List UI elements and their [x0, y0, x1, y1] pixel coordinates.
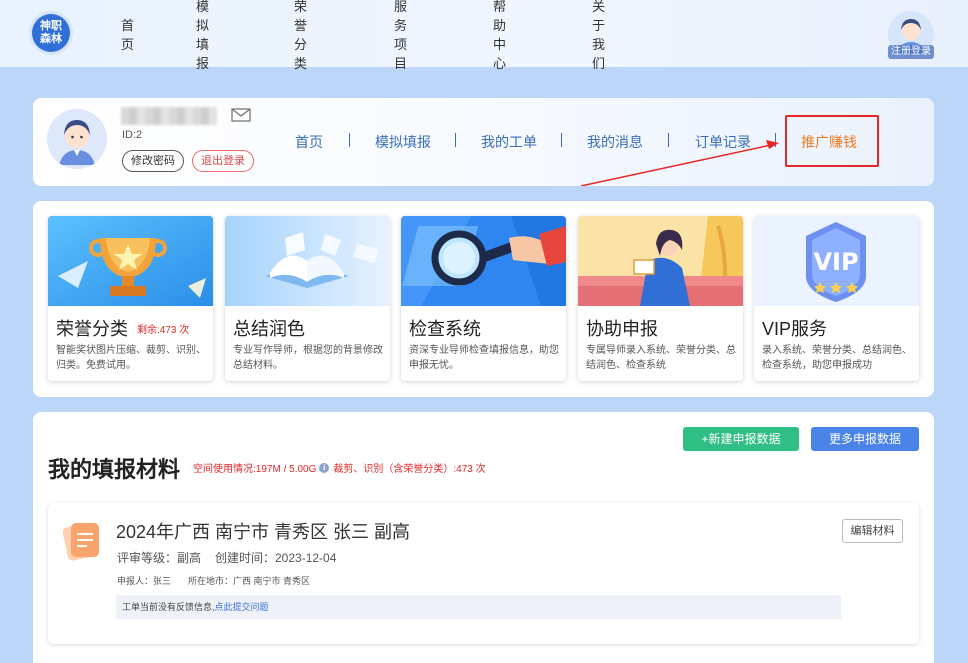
feedback-bar: 工单当前没有反馈信息,点此提交问题 [116, 595, 841, 619]
nav-item-honors[interactable]: 荣誉分类 [294, 0, 307, 72]
logo-text: 神职森林 [40, 20, 62, 45]
service-title: 荣誉分类 [56, 319, 128, 339]
usage-count-text: 裁剪、识别（含荣誉分类）:473 次 [333, 464, 486, 475]
nav-item-services[interactable]: 服务项目 [394, 0, 407, 72]
submit-issue-link[interactable]: 点此提交问题 [215, 602, 269, 612]
promote-highlight-box [785, 115, 879, 167]
remaining-count: 剩余:473 次 [137, 325, 190, 336]
top-navbar: 神职森林 首页 模拟填报 荣誉分类 服务项目 帮助中心 关于我们 注册登录 [0, 0, 968, 71]
service-card-polish[interactable]: 总结润色 专业写作导师，根据您的背景修改总结材料。 [225, 216, 390, 381]
usage-text: 空间使用情况:197M / 5.00G [193, 464, 317, 475]
card-image [401, 216, 566, 306]
service-card-honors[interactable]: 荣誉分类 剩余:473 次 智能奖状图片压缩、裁剪、识别、归类。免费试用。 [48, 216, 213, 381]
service-title: 协助申报 [586, 319, 658, 339]
material-record: 2024年广西 南宁市 青秀区 张三 副高 评审等级：副高 创建时间：2023-… [48, 503, 919, 644]
service-title: VIP服务 [762, 319, 828, 339]
edit-material-button[interactable]: 编辑材料 [842, 519, 903, 543]
user-subnav: 首页 模拟填报 我的工单 我的消息 订单记录 推广赚钱 [33, 98, 934, 186]
card-image: VIP [754, 216, 919, 306]
magnifier-icon [401, 216, 566, 306]
nav-item-about[interactable]: 关于我们 [592, 0, 605, 72]
subnav-item-simulate[interactable]: 模拟填报 [375, 132, 431, 152]
card-image [225, 216, 390, 306]
location: 所在地市：广西 南宁市 青秀区 [188, 576, 311, 586]
document-icon [63, 523, 99, 561]
reading-woman-icon [578, 216, 743, 306]
subnav-divider [668, 133, 669, 147]
info-icon[interactable]: i [319, 462, 330, 473]
subnav-item-tickets[interactable]: 我的工单 [481, 132, 537, 152]
register-login-link[interactable]: 注册登录 [888, 45, 934, 59]
new-application-button[interactable]: +新建申报数据 [683, 427, 799, 451]
service-card-check[interactable]: 检查系统 资深专业导师检查填报信息，助您申报无忧。 [401, 216, 566, 381]
services-panel: 荣誉分类 剩余:473 次 智能奖状图片压缩、裁剪、识别、归类。免费试用。 总结… [33, 201, 934, 397]
subnav-divider [455, 133, 456, 147]
storage-usage: 空间使用情况:197M / 5.00G i 裁剪、识别（含荣誉分类）:473 次 [193, 460, 486, 475]
page-title: 我的填报材料 [48, 457, 181, 482]
service-description: 专属导师录入系统、荣誉分类、总结润色、检查系统 [586, 345, 736, 371]
site-logo[interactable]: 神职森林 [32, 14, 70, 52]
service-card-assist[interactable]: 协助申报 专属导师录入系统、荣誉分类、总结润色、检查系统 [578, 216, 743, 381]
service-title: 总结润色 [233, 319, 305, 339]
service-description: 智能奖状图片压缩、裁剪、识别、归类。免费试用。 [56, 345, 206, 371]
vip-badge-icon: VIP [754, 216, 919, 306]
nav-item-help[interactable]: 帮助中心 [493, 0, 506, 72]
record-title[interactable]: 2024年广西 南宁市 青秀区 张三 副高 [116, 518, 410, 544]
nav-item-simulate[interactable]: 模拟填报 [196, 0, 209, 72]
service-description: 录入系统、荣誉分类、总结润色、检查系统，助您申报成功 [762, 345, 912, 371]
subnav-divider [349, 133, 350, 147]
card-image [578, 216, 743, 306]
subnav-divider [775, 133, 776, 147]
card-image [48, 216, 213, 306]
trophy-icon [48, 216, 213, 306]
applicant: 申报人：张三 [117, 576, 172, 586]
service-card-vip[interactable]: VIP VIP服务 录入系统、荣誉分类、总结润色、检查系统，助您申报成功 [754, 216, 919, 381]
user-panel: ■■■■■■ ID:2 修改密码 退出登录 首页 模拟填报 我的工单 我的消息 … [33, 98, 934, 186]
subnav-item-messages[interactable]: 我的消息 [587, 132, 643, 152]
nav-item-home[interactable]: 首页 [121, 15, 134, 53]
materials-panel: +新建申报数据 更多申报数据 我的填报材料 空间使用情况:197M / 5.00… [33, 412, 934, 663]
created-time: 创建时间：2023-12-04 [215, 551, 337, 565]
service-title: 检查系统 [409, 319, 481, 339]
subnav-item-home[interactable]: 首页 [295, 132, 323, 152]
more-applications-button[interactable]: 更多申报数据 [811, 427, 919, 451]
review-level: 评审等级：副高 [117, 551, 202, 565]
feedback-text: 工单当前没有反馈信息, [122, 602, 215, 612]
svg-text:VIP: VIP [813, 248, 858, 276]
subnav-item-orders[interactable]: 订单记录 [695, 132, 751, 152]
book-icon [225, 216, 390, 306]
subnav-divider [561, 133, 562, 147]
service-description: 专业写作导师，根据您的背景修改总结材料。 [233, 345, 383, 371]
service-description: 资深专业导师检查填报信息，助您申报无忧。 [409, 345, 559, 371]
